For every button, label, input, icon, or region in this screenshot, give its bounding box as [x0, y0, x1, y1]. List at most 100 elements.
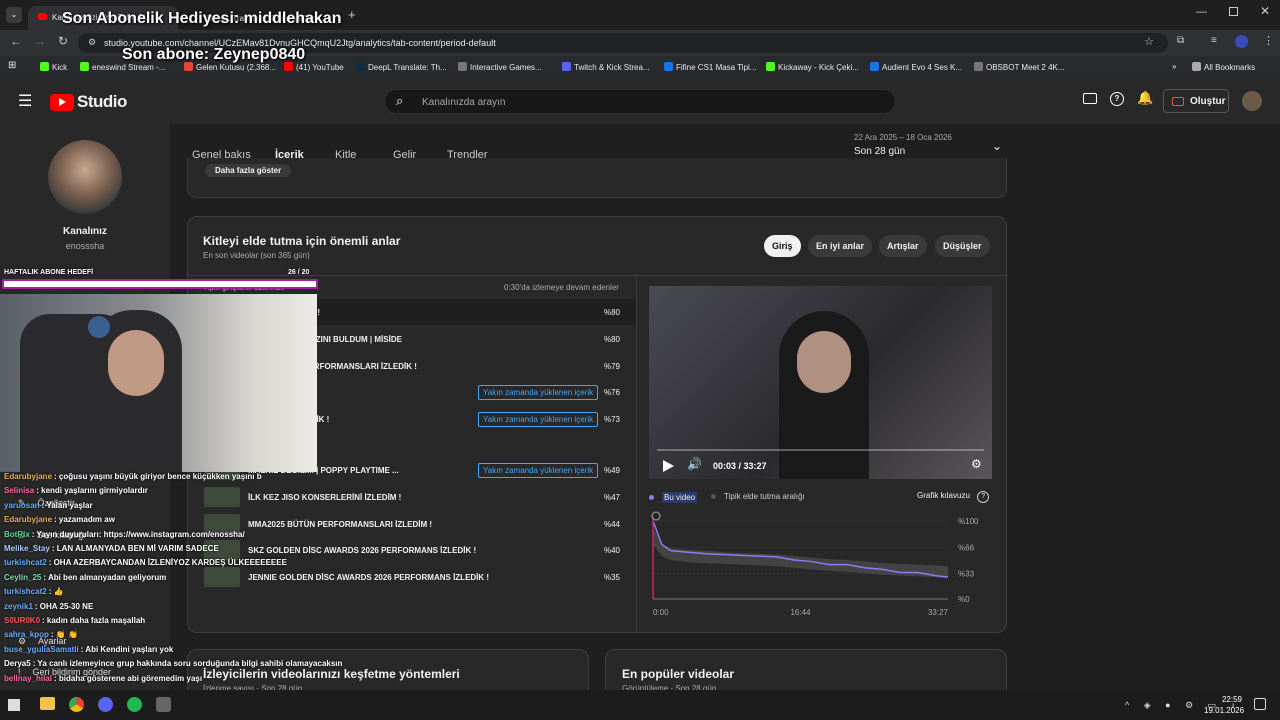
taskbar-app-icons — [40, 697, 171, 712]
card-title: Kitleyi elde tutma için önemli anlar — [203, 234, 401, 248]
notifications-icon[interactable]: 🔔 — [1137, 90, 1153, 106]
check-icon — [870, 62, 879, 71]
spotify-icon[interactable] — [127, 697, 142, 712]
new-tab-button[interactable]: + — [348, 7, 356, 22]
filter-spikes[interactable]: Artışlar — [879, 235, 927, 257]
video-frame-face — [797, 331, 851, 393]
bookmarks-overflow-icon[interactable]: » — [1172, 62, 1176, 71]
page-icon — [974, 62, 983, 71]
goal-track — [2, 279, 318, 289]
stream-chat-overlay: Edarubyjane: çoğusu yaşını büyük giriyor… — [0, 470, 343, 690]
chat-message: Melike_Stay: LAN ALMANYADA BEN Mİ VARIM … — [4, 544, 219, 553]
webcam-feed — [0, 294, 317, 472]
forward-icon[interactable]: → — [34, 34, 46, 48]
chat-text: : çoğusu yaşını büyük giriyor bence küçü… — [54, 472, 262, 481]
retention-percent: %44 — [603, 519, 620, 529]
clock-date: 19.01.2026 — [1204, 706, 1245, 715]
channel-avatar[interactable] — [48, 140, 122, 214]
bookmark-twitch-kick[interactable]: Twitch & Kick Strea... — [562, 62, 650, 72]
hamburger-menu-icon[interactable]: ☰ — [18, 91, 32, 111]
bookmark-kick[interactable]: Kick — [40, 62, 67, 72]
bookmark-obsbot[interactable]: OBSBOT Meet 2 4K... — [974, 62, 1065, 72]
filter-best-moments[interactable]: En iyi anlar — [808, 235, 873, 257]
browser-menu-icon[interactable]: ⋮ — [1263, 34, 1274, 47]
help-icon[interactable]: ? — [1110, 92, 1124, 106]
youtube-logo-icon — [50, 93, 74, 111]
show-more-button[interactable]: Daha fazla göster — [205, 164, 292, 177]
chat-text: : Abi ben almanyadan geliyorum — [43, 572, 167, 582]
chat-message: turkishcat2: OHA AZERBAYCANDAN İZLENİYOZ… — [4, 558, 287, 567]
bookmark-star-icon[interactable]: ☆ — [1144, 35, 1154, 48]
bookmark-kickaway[interactable]: Kickaway - Kick Çeki... — [766, 62, 859, 72]
all-bookmarks[interactable]: All Bookmarks — [1192, 62, 1255, 72]
bookmark-audient[interactable]: Audient Evo 4 Ses K... — [870, 62, 962, 72]
bookmark-interactive-games[interactable]: Interactive Games... — [458, 62, 542, 72]
minimize-button[interactable]: — — [1196, 6, 1207, 18]
chat-text: : kadın daha fazla maşallah — [42, 616, 146, 625]
chat-username: Selinisa — [4, 486, 35, 496]
legend-dot-purple — [649, 495, 654, 500]
play-icon[interactable] — [663, 460, 674, 472]
profile-icon[interactable] — [1235, 35, 1248, 48]
bookmark-deepl[interactable]: DeepL Translate: Th... — [356, 62, 447, 72]
chat-text: : LAN ALMANYADA BEN Mİ VARIM SADECE — [51, 544, 219, 553]
close-window-button[interactable]: ✕ — [1260, 4, 1270, 18]
retention-chart: %100 %66 %33 %0 0:00 16:44 33:27 — [651, 511, 979, 617]
studio-header: ☰ Studio ⌕ Kanalınızda arayın ? 🔔 Oluştu… — [0, 78, 1280, 124]
goal-fill — [4, 281, 316, 287]
y-tick-label: %66 — [958, 544, 975, 553]
site-info-icon[interactable]: ⚙ — [88, 37, 96, 48]
retention-percent: %79 — [603, 361, 620, 371]
notification-center-icon[interactable] — [1254, 698, 1266, 710]
chat-message: turkishcat2: 👍 — [4, 587, 64, 596]
period-text: Son 28 gün — [854, 146, 906, 157]
page-icon — [562, 62, 571, 71]
volume-icon[interactable]: 🔊 — [687, 457, 702, 471]
previous-card: Daha fazla göster — [187, 158, 1007, 198]
graph-guide-link[interactable]: Grafik kılavuzu ? — [917, 491, 990, 503]
tab-list-button[interactable]: ⌄ — [6, 7, 22, 23]
x-tick-label: 0:00 — [653, 608, 669, 617]
chat-username: bellnay_hilal — [4, 673, 53, 683]
apps-icon[interactable]: ⊞ — [8, 60, 16, 71]
col-header-right: 0:30'da izlemeye devam edenler — [504, 283, 619, 292]
filter-intro[interactable]: Giriş — [764, 235, 801, 257]
youtube-icon — [38, 13, 47, 20]
app-icon[interactable] — [156, 697, 171, 712]
chat-text: : yazamadım aw — [54, 515, 115, 525]
overlay-goal-bar: HAFTALIK ABONE HEDEFİ 26 / 20 — [0, 266, 320, 290]
media-icon[interactable]: ≡ — [1211, 35, 1217, 46]
clock[interactable]: 22:59 19.01.2026 — [1204, 695, 1245, 715]
studio-logo[interactable]: Studio — [50, 92, 127, 112]
chat-username: yaruosan — [4, 500, 40, 510]
chat-message: sahra_kpop: 👏 👏 — [4, 630, 78, 639]
retention-percent: %80 — [603, 308, 620, 317]
player-settings-icon[interactable]: ⚙ — [971, 457, 982, 471]
start-icon[interactable] — [8, 699, 20, 711]
captions-icon[interactable] — [1083, 93, 1097, 104]
bookmark-fifine[interactable]: Fifine CS1 Masa Tipi... — [664, 62, 756, 72]
chrome-icon[interactable] — [69, 697, 84, 712]
account-avatar[interactable] — [1242, 91, 1262, 111]
search-bar[interactable]: ⌕ Kanalınızda arayın — [384, 89, 896, 114]
reload-icon[interactable]: ↻ — [58, 34, 68, 48]
back-icon[interactable]: ← — [10, 34, 22, 48]
create-button[interactable]: Oluştur — [1163, 89, 1229, 113]
search-input: Kanalınızda arayın — [422, 97, 506, 108]
goal-label: HAFTALIK ABONE HEDEFİ — [4, 269, 94, 276]
overlay-last-sub: Son abone: Zeynep0840 — [122, 46, 306, 63]
video-player[interactable]: 🔊 00:03 / 33:27 ⚙ — [649, 286, 992, 479]
maximize-button[interactable] — [1229, 7, 1238, 16]
info-icon — [651, 511, 661, 521]
chat-username: turkishcat2 — [4, 587, 47, 597]
video-progress-track[interactable] — [657, 449, 984, 451]
chat-text: : OHA 25-30 NE — [34, 601, 94, 611]
chat-username: zeynik1 — [4, 601, 33, 611]
extensions-icon[interactable]: ⧉ — [1177, 35, 1184, 46]
file-explorer-icon[interactable] — [40, 697, 55, 710]
chat-text: : Ya canlı izlemeyince grup hakkında sor… — [32, 659, 343, 669]
discord-icon[interactable] — [98, 697, 113, 712]
goal-count: 26 / 20 — [288, 269, 310, 276]
filter-dips[interactable]: Düşüşler — [935, 235, 990, 257]
chat-text: : Yalan yaşlar — [41, 500, 93, 510]
